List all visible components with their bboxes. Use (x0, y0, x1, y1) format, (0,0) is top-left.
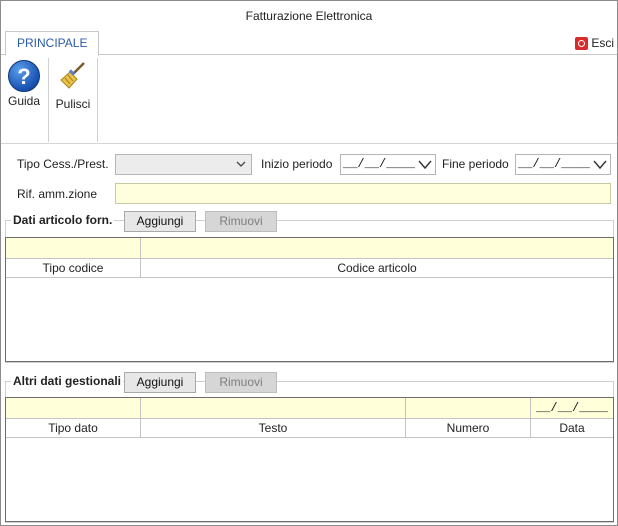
dati-articolo-add-button[interactable]: Aggiungi (124, 211, 196, 232)
inizio-periodo-label: Inizio periodo (261, 157, 333, 171)
filter-cell-testo[interactable] (141, 398, 406, 418)
filter-cell-codice-articolo[interactable] (141, 238, 613, 258)
column-header-data[interactable]: Data (531, 419, 613, 437)
pulisci-label: Pulisci (55, 97, 91, 111)
window-title: Fatturazione Elettronica (245, 9, 373, 23)
rif-amm-label: Rif. amm.zione (17, 187, 98, 201)
chevron-down-icon[interactable] (418, 158, 432, 171)
dati-articolo-grid[interactable]: Tipo codice Codice articolo (5, 237, 614, 362)
filter-cell-numero[interactable] (406, 398, 531, 418)
esci-label: Esci (591, 36, 614, 50)
fine-periodo-label: Fine periodo (442, 157, 509, 171)
pulisci-button[interactable]: Pulisci (53, 60, 93, 111)
guida-button[interactable]: ? Guida (4, 60, 44, 108)
column-header-tipo-codice[interactable]: Tipo codice (6, 259, 141, 277)
column-header-testo[interactable]: Testo (141, 419, 406, 437)
power-icon (575, 36, 589, 50)
tipo-cess-label: Tipo Cess./Prest. (17, 157, 109, 171)
tipo-cess-dropdown[interactable] (115, 154, 252, 175)
dati-articolo-header-row: Tipo codice Codice articolo (6, 259, 613, 278)
ribbon-tab-bar: PRINCIPALE Esci (1, 31, 617, 56)
chevron-down-icon (236, 161, 246, 167)
filter-cell-tipo-dato[interactable] (6, 398, 141, 418)
help-icon: ? (8, 60, 40, 92)
altri-dati-title: Altri dati gestionali (11, 374, 124, 388)
guida-label: Guida (7, 94, 41, 108)
fine-periodo-value: __/__/____ (518, 157, 591, 171)
column-header-tipo-dato[interactable]: Tipo dato (6, 419, 141, 437)
filter-cell-tipo-codice[interactable] (6, 238, 141, 258)
fine-periodo-datepicker[interactable]: __/__/____ (515, 154, 611, 175)
ribbon-separator (48, 58, 49, 142)
inizio-periodo-value: __/__/____ (343, 157, 416, 171)
altri-dati-grid[interactable]: __/__/____ Tipo dato Testo Numero Data (5, 397, 614, 522)
rif-amm-input[interactable] (115, 183, 611, 204)
altri-dati-filter-row: __/__/____ (6, 398, 613, 419)
esci-button[interactable]: Esci (575, 35, 614, 51)
tab-principale[interactable]: PRINCIPALE (5, 31, 100, 56)
main-window: Fatturazione Elettronica PRINCIPALE Esci… (0, 0, 618, 526)
dati-articolo-remove-button[interactable]: Rimuovi (205, 211, 277, 232)
filter-cell-data[interactable]: __/__/____ (531, 398, 613, 418)
column-header-numero[interactable]: Numero (406, 419, 531, 437)
ribbon-separator (97, 58, 98, 142)
column-header-codice-articolo[interactable]: Codice articolo (141, 259, 613, 277)
altri-dati-header-row: Tipo dato Testo Numero Data (6, 419, 613, 438)
altri-dati-remove-button[interactable]: Rimuovi (205, 372, 277, 393)
chevron-down-icon[interactable] (593, 158, 607, 171)
dati-articolo-title: Dati articolo forn. (11, 213, 115, 227)
dati-articolo-filter-row (6, 238, 613, 259)
ribbon-panel: ? Guida Pulisci (1, 56, 617, 144)
broom-icon (57, 60, 89, 92)
altri-dati-add-button[interactable]: Aggiungi (124, 372, 196, 393)
inizio-periodo-datepicker[interactable]: __/__/____ (340, 154, 436, 175)
